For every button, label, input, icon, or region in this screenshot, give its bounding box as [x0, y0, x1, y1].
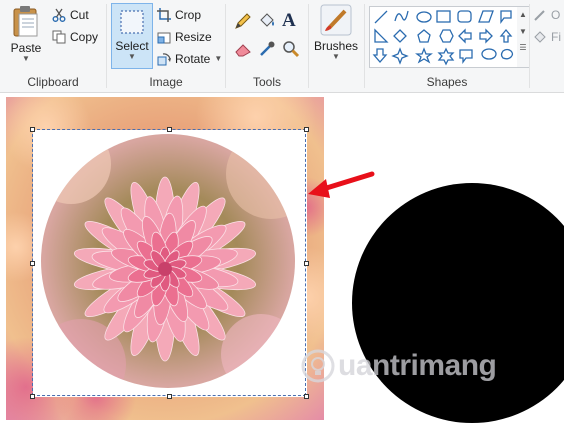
- cut-label: Cut: [70, 8, 89, 22]
- chevron-down-icon: ▼: [332, 52, 340, 61]
- fill-button[interactable]: Fi: [533, 30, 561, 44]
- chevron-down-icon: ▼: [214, 54, 223, 63]
- resize-button[interactable]: Resize: [157, 30, 212, 44]
- watermark-text: uantrimang: [338, 349, 497, 382]
- paste-label: Paste: [10, 41, 42, 55]
- crop-label: Crop: [175, 8, 202, 22]
- polygon-shape-icon: [478, 10, 494, 23]
- resize-handle[interactable]: [167, 394, 172, 399]
- shapes-group: ▲ ▼ ☰ Shapes: [365, 0, 530, 92]
- lightbulb-logo-icon: [301, 349, 335, 383]
- resize-handle[interactable]: [167, 127, 172, 132]
- curve-shape-icon: [394, 10, 409, 22]
- paste-button[interactable]: Paste ▼: [6, 4, 46, 63]
- paste-icon: [13, 6, 38, 37]
- outline-pen-icon: [534, 10, 545, 21]
- eraser-icon[interactable]: [234, 40, 252, 58]
- scissors-icon: [52, 8, 66, 22]
- arrow-right-shape-icon: [479, 28, 493, 44]
- tools-group-label: Tools: [252, 75, 281, 89]
- diamond-shape-icon: [393, 29, 407, 43]
- chevron-down-icon[interactable]: ▼: [517, 27, 529, 36]
- watermark: uantrimang: [300, 348, 497, 384]
- resize-handle[interactable]: [30, 394, 35, 399]
- pencil-icon[interactable]: [234, 12, 252, 30]
- outline-label: O: [551, 8, 561, 22]
- resize-label: Resize: [175, 30, 212, 44]
- copy-label: Copy: [70, 30, 99, 44]
- callout-shape-icon: [500, 10, 512, 24]
- color-picker-icon[interactable]: [258, 40, 276, 58]
- line-shape-icon: [374, 10, 388, 24]
- image-group-label: Image: [149, 75, 183, 89]
- fill-bucket-icon[interactable]: [258, 12, 276, 30]
- separator: [529, 4, 530, 88]
- resize-handle[interactable]: [304, 394, 309, 399]
- resize-handle[interactable]: [30, 261, 35, 266]
- clipboard-group-label: Clipboard: [27, 75, 79, 89]
- chevron-up-icon[interactable]: ▲: [517, 10, 529, 19]
- selection-rectangle[interactable]: [32, 129, 306, 396]
- arrow-left-shape-icon: [458, 28, 472, 44]
- select-rectangle-icon: [120, 10, 144, 34]
- rotate-label: Rotate: [175, 52, 211, 66]
- brushes-label: Brushes: [313, 39, 359, 53]
- select-button[interactable]: Select ▼: [111, 3, 153, 69]
- copy-icon: [52, 30, 66, 44]
- shapes-group-label: Shapes: [426, 75, 468, 89]
- oval-callout-shape-icon: [481, 48, 497, 60]
- rotate-button[interactable]: Rotate ▼: [157, 52, 222, 66]
- rectangle-shape-icon: [436, 10, 451, 23]
- resize-handle[interactable]: [30, 127, 35, 132]
- chevron-down-icon: ▼: [22, 54, 30, 63]
- red-arrow-annotation: [306, 168, 376, 204]
- image-group: Select ▼ Crop Resize Rotate ▼ Image: [107, 0, 225, 92]
- brush-icon: [320, 4, 352, 36]
- resize-handle[interactable]: [304, 261, 309, 266]
- ribbon: Paste ▼ Cut Copy Clipboard Select ▼ Crop…: [0, 0, 564, 93]
- brushes-button[interactable]: Brushes ▼: [312, 4, 360, 61]
- outline-button[interactable]: O: [533, 8, 560, 22]
- crop-button[interactable]: Crop: [157, 8, 201, 22]
- arrow-down-shape-icon: [372, 48, 388, 63]
- fill-label: Fi: [551, 30, 561, 44]
- rotate-icon: [157, 53, 171, 66]
- select-label: Select: [115, 39, 149, 53]
- copy-button[interactable]: Copy: [52, 30, 98, 44]
- text-icon[interactable]: A: [282, 10, 300, 31]
- clipboard-group: Paste ▼ Cut Copy Clipboard: [0, 0, 106, 92]
- pentagon-shape-icon: [417, 29, 431, 43]
- fill-bucket-icon: [534, 31, 546, 43]
- oval-shape-icon: [416, 11, 432, 23]
- expand-gallery-icon[interactable]: ☰: [517, 43, 529, 52]
- hexagon-shape-icon: [439, 29, 454, 43]
- tools-group: A Tools: [226, 0, 308, 92]
- rect-callout-shape-icon: [459, 49, 473, 64]
- resize-handle[interactable]: [304, 127, 309, 132]
- star6-shape-icon: [437, 47, 455, 66]
- arrow-up-shape-icon: [499, 28, 513, 43]
- triangle-shape-icon: [374, 28, 389, 43]
- rounded-rectangle-shape-icon: [457, 10, 472, 23]
- shapes-gallery: [369, 6, 519, 68]
- cut-button[interactable]: Cut: [52, 8, 89, 22]
- resize-icon: [157, 32, 171, 44]
- star5-shape-icon: [415, 47, 433, 64]
- separator: [308, 4, 309, 88]
- chevron-down-icon: ▼: [128, 52, 136, 61]
- magnifier-icon[interactable]: [282, 40, 300, 58]
- crop-icon: [157, 8, 171, 22]
- cloud-callout-shape-icon: [500, 48, 514, 60]
- star4-shape-icon: [391, 47, 409, 65]
